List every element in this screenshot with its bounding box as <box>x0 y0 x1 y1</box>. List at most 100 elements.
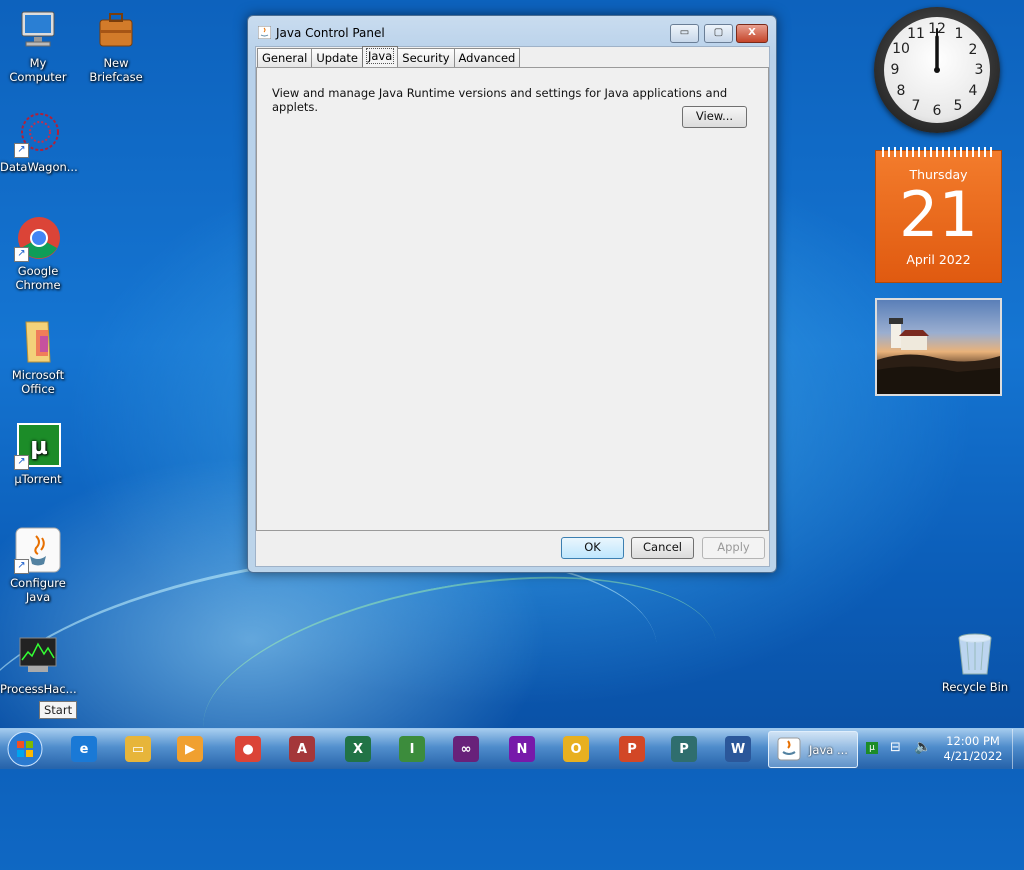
view-button[interactable]: View... <box>682 106 747 128</box>
tray-clock[interactable]: 12:00 PM 4/21/2022 <box>938 734 1008 764</box>
taskbar-pinned-word[interactable]: W <box>718 732 758 766</box>
java-icon <box>777 737 801 761</box>
desktop-icon-label: Configure Java <box>10 576 66 604</box>
taskbar-pinned-ie[interactable]: e <box>64 732 104 766</box>
window-client-area: General Update Java Security Advanced Vi… <box>255 46 770 567</box>
start-tooltip: Start <box>39 701 78 719</box>
java-tab-panel: View and manage Java Runtime versions an… <box>256 67 769 531</box>
desktop-icon-label: New Briefcase <box>89 56 143 84</box>
taskbar-pinned-outlook[interactable]: O <box>556 732 596 766</box>
visual-studio-icon: ∞ <box>453 736 479 762</box>
shortcut-arrow-icon: ↗ <box>14 559 29 574</box>
folder-icon <box>14 318 62 366</box>
java-control-panel-window: Java Control Panel ▭ ▢ X General Update … <box>247 15 777 573</box>
processhacker-icon <box>14 632 62 680</box>
publisher-icon: P <box>671 736 697 762</box>
recycle-bin-icon <box>951 630 999 678</box>
desktop-icon-datawagon[interactable]: ↗ DataWagon... <box>0 110 78 174</box>
volume-icon[interactable]: 🔈 <box>914 739 931 755</box>
svg-text:µ: µ <box>30 432 48 460</box>
ie-icon: e <box>71 736 97 762</box>
java-icon <box>258 26 271 39</box>
tray-date: 4/21/2022 <box>943 749 1003 763</box>
desktop-icon-label: Google Chrome <box>15 264 61 292</box>
tab-general[interactable]: General <box>257 48 313 68</box>
calendar-rings <box>882 147 994 157</box>
maximize-button[interactable]: ▢ <box>704 24 733 43</box>
word-icon: W <box>725 736 751 762</box>
start-button[interactable] <box>4 730 46 768</box>
clock-gadget[interactable]: 12 1 2 3 4 5 6 7 8 9 10 11 <box>874 7 1000 133</box>
onenote-icon: N <box>509 736 535 762</box>
datawagon-icon: ↗ <box>14 110 62 158</box>
tab-strip: General Update Java Security Advanced <box>257 46 521 68</box>
outlook-icon: O <box>563 736 589 762</box>
chrome-icon: ● <box>235 736 261 762</box>
taskbar-pinned-powerpoint[interactable]: P <box>612 732 652 766</box>
java-icon: ↗ <box>14 526 62 574</box>
apply-button[interactable]: Apply <box>702 537 765 559</box>
shortcut-arrow-icon: ↗ <box>14 247 29 262</box>
cancel-button[interactable]: Cancel <box>631 537 694 559</box>
taskbar-pinned-visual-studio[interactable]: ∞ <box>446 732 486 766</box>
slideshow-gadget[interactable] <box>875 298 1002 396</box>
desktop-icon-label: ProcessHac... <box>0 682 77 696</box>
taskbar-pinned-onenote[interactable]: N <box>502 732 542 766</box>
close-icon: X <box>748 27 756 38</box>
desktop-icon-label: My Computer <box>9 56 67 84</box>
taskbar-java-window[interactable]: Java ... <box>768 731 858 768</box>
taskbar-pinned-infopath[interactable]: I <box>392 732 432 766</box>
tab-update[interactable]: Update <box>311 48 363 68</box>
lighthouse-photo <box>877 318 1000 394</box>
clock-hands <box>934 28 940 73</box>
maximize-icon: ▢ <box>713 27 724 38</box>
desktop-icon-label: Microsoft Office <box>11 368 65 396</box>
clock-face: 12 1 2 3 4 5 6 7 8 9 10 11 <box>884 17 990 123</box>
window-title: Java Control Panel <box>276 26 385 40</box>
show-desktop-button[interactable] <box>1012 729 1024 769</box>
desktop-icon-label: DataWagon... <box>0 160 78 174</box>
taskbar-pinned-access[interactable]: A <box>282 732 322 766</box>
shortcut-arrow-icon: ↗ <box>14 143 29 158</box>
desktop-icon-new-briefcase[interactable]: New Briefcase <box>78 6 154 84</box>
excel-icon: X <box>345 736 371 762</box>
calendar-month-year: April 2022 <box>906 252 971 267</box>
taskbar-java-label: Java ... <box>809 743 848 757</box>
minimize-icon: ▭ <box>679 27 690 38</box>
desktop-icon-utorrent[interactable]: µ ↗ µTorrent <box>0 422 76 486</box>
desktop-icon-recycle-bin[interactable]: Recycle Bin <box>937 630 1013 694</box>
utorrent-icon: µ ↗ <box>14 422 62 470</box>
minimize-button[interactable]: ▭ <box>670 24 699 43</box>
desktop-icon-configure-java[interactable]: ↗ Configure Java <box>0 526 76 604</box>
desktop-icon-processhacker[interactable]: ProcessHac... <box>0 632 77 696</box>
desktop-icon-google-chrome[interactable]: ↗ Google Chrome <box>0 214 76 292</box>
taskbar-pinned-excel[interactable]: X <box>338 732 378 766</box>
network-icon[interactable]: ⊟ <box>890 740 901 755</box>
calendar-day: 21 <box>899 178 978 251</box>
desktop-icon-microsoft-office[interactable]: Microsoft Office <box>0 318 76 396</box>
utorrent-tray-icon[interactable]: µ <box>866 742 878 754</box>
close-button[interactable]: X <box>736 24 768 43</box>
calendar-gadget[interactable]: Thursday 21 April 2022 <box>875 147 1002 283</box>
briefcase-icon <box>92 6 140 54</box>
media-player-icon: ▶ <box>177 736 203 762</box>
windows-orb-icon <box>7 731 43 767</box>
taskbar-pinned-explorer[interactable]: ▭ <box>118 732 158 766</box>
tab-security[interactable]: Security <box>397 48 455 68</box>
desktop-icon-my-computer[interactable]: My Computer <box>0 6 76 84</box>
computer-icon <box>14 6 62 54</box>
taskbar-pinned-publisher[interactable]: P <box>664 732 704 766</box>
window-titlebar[interactable]: Java Control Panel ▭ ▢ X <box>248 16 776 46</box>
infopath-icon: I <box>399 736 425 762</box>
ok-button[interactable]: OK <box>561 537 624 559</box>
taskbar: e ▭ ▶ ● A X I ∞ N O P P W Java ... µ ⊟ 🔈 12:00 PM 4/… <box>0 728 1024 769</box>
shortcut-arrow-icon: ↗ <box>14 455 29 470</box>
tab-advanced[interactable]: Advanced <box>453 48 521 68</box>
explorer-icon: ▭ <box>125 736 151 762</box>
access-icon: A <box>289 736 315 762</box>
taskbar-pinned-media-player[interactable]: ▶ <box>170 732 210 766</box>
taskbar-pinned-chrome[interactable]: ● <box>228 732 268 766</box>
tab-java[interactable]: Java <box>361 46 399 68</box>
powerpoint-icon: P <box>619 736 645 762</box>
desktop-icon-label: Recycle Bin <box>941 680 1009 694</box>
